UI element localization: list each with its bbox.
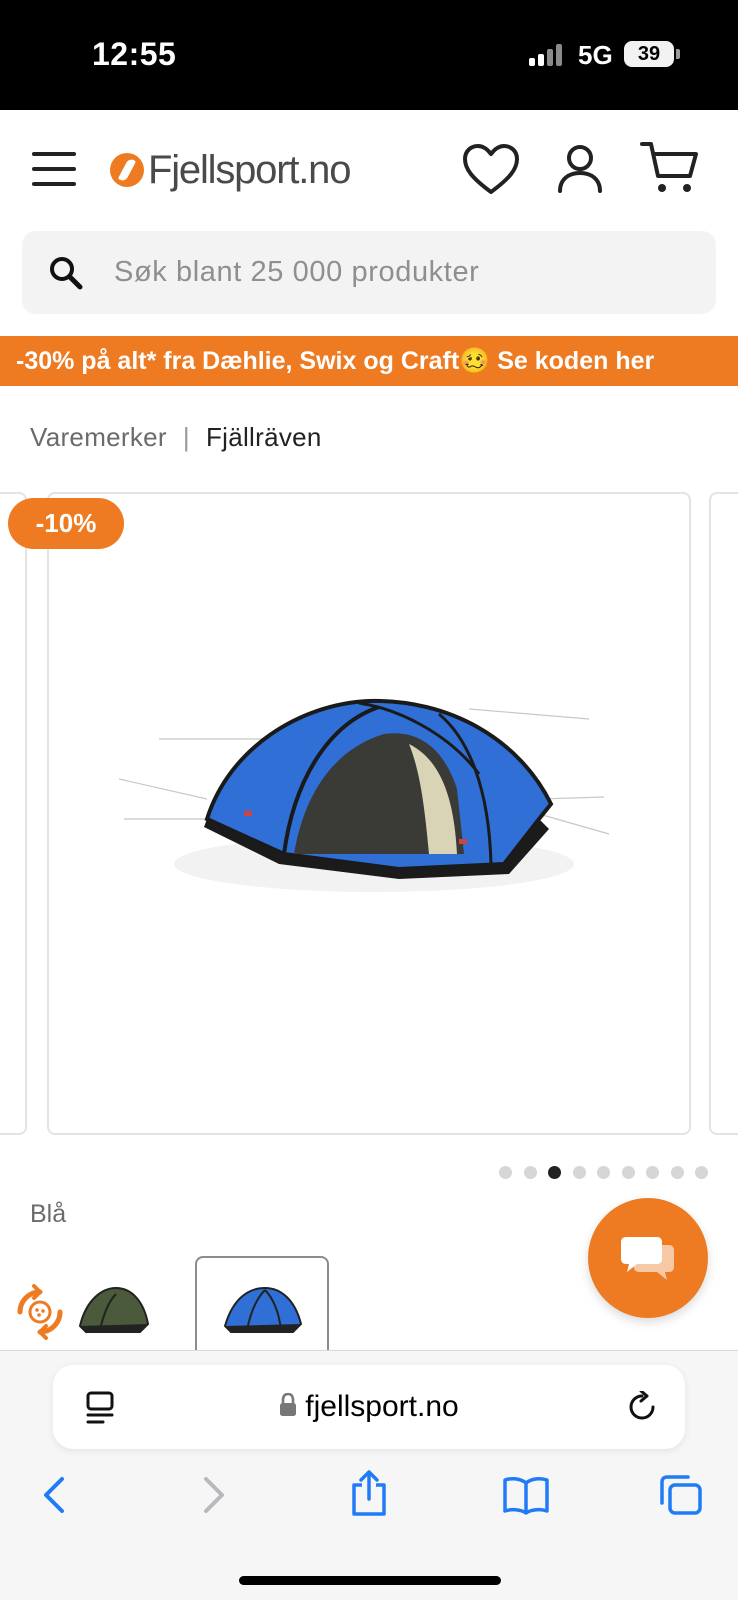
search-input[interactable] [114,231,694,314]
bookmarks-icon[interactable] [502,1475,550,1515]
pagination-dot[interactable] [499,1166,512,1179]
tent-product-image [119,698,610,892]
pagination-dot[interactable] [523,1166,537,1179]
product-image-carousel[interactable] [0,490,738,1135]
product-image-card[interactable] [47,492,691,1135]
user-icon[interactable] [557,144,603,194]
forward-icon[interactable] [200,1475,228,1515]
menu-icon[interactable] [32,152,76,186]
share-icon[interactable] [349,1469,389,1517]
url-text: fjellsport.no [305,1390,459,1423]
site-logo[interactable]: Fjellsport.no [110,146,351,194]
network-type: 5G [578,40,613,70]
status-time: 12:55 [92,36,177,72]
site-header: Fjellsport.no [0,110,738,230]
status-bar: 12:55 5G 39 [0,0,738,110]
tabs-icon[interactable] [658,1473,704,1517]
battery-tip [676,49,680,59]
tent-thumbnail [223,1286,303,1333]
signal-icon [529,44,565,66]
lock-icon [280,1393,297,1417]
breadcrumb: Varemerker | Fjällräven [30,422,322,453]
cart-icon[interactable] [640,140,700,196]
address-bar[interactable]: fjellsport.no [53,1365,685,1449]
logo-text: Fjellsport.no [148,147,351,192]
breadcrumb-current[interactable]: Fjällräven [206,422,322,453]
chat-button[interactable] [588,1198,708,1318]
reload-icon[interactable] [627,1391,659,1425]
url-display[interactable]: fjellsport.no [53,1365,685,1449]
home-indicator[interactable] [239,1576,501,1585]
pagination-dot[interactable] [695,1166,708,1179]
search-bar [22,231,716,314]
pagination-dot-active[interactable] [548,1166,561,1179]
color-swatch-green[interactable] [76,1282,152,1334]
search-icon[interactable] [48,255,84,291]
pagination-dot[interactable] [646,1166,659,1179]
chat-icon [621,1237,674,1280]
logo-icon [110,153,144,187]
pagination-dot[interactable] [670,1166,684,1179]
color-label: Blå [30,1200,67,1228]
previous-image-card[interactable] [0,492,27,1135]
battery-icon: 39 [624,41,674,67]
breadcrumb-parent[interactable]: Varemerker [30,422,167,453]
pagination-dot[interactable] [572,1166,586,1179]
heart-icon[interactable] [462,144,520,196]
color-swatch-blue-selected[interactable] [195,1256,329,1350]
pagination-dot[interactable] [621,1166,635,1179]
breadcrumb-separator: | [182,422,190,452]
promo-banner[interactable]: -30% på alt* fra Dæhlie, Swix og Craft🥴 … [0,336,738,386]
next-image-card[interactable] [709,492,738,1135]
recycle-icon [17,1284,63,1340]
pagination-dot[interactable] [597,1166,610,1179]
browser-toolbar: fjellsport.no [0,1350,738,1600]
discount-badge: -10% [8,498,124,549]
back-icon[interactable] [40,1475,68,1515]
carousel-pagination [499,1166,720,1179]
